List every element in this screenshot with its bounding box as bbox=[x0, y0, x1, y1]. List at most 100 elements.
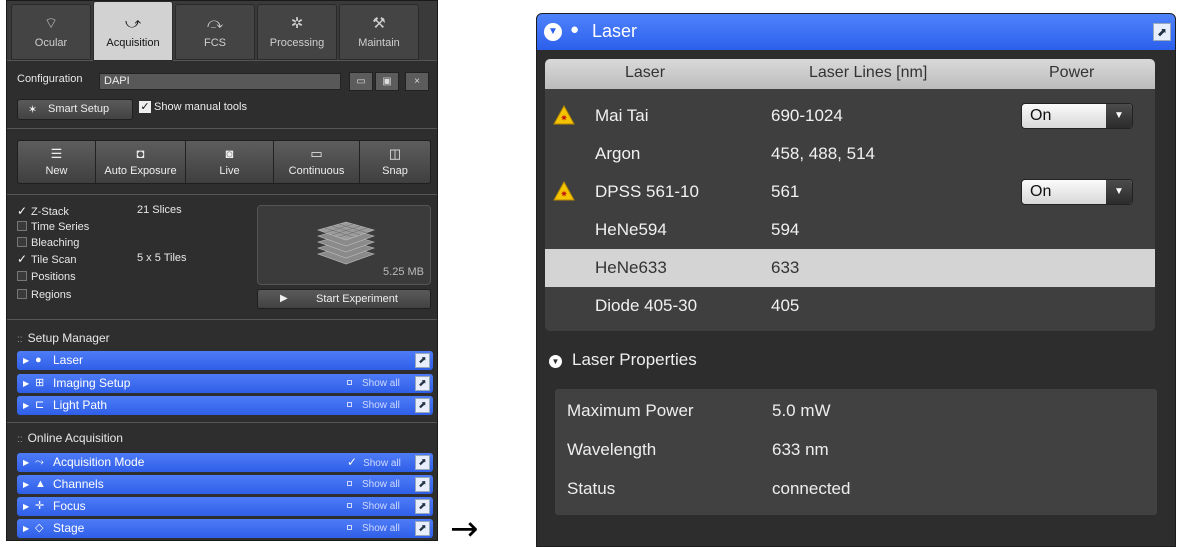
smart-setup-button[interactable]: ✶ Smart Setup bbox=[17, 99, 133, 120]
tool-label: Stage bbox=[53, 521, 85, 535]
expand-arrow-icon: ▶ bbox=[23, 480, 30, 489]
undock-icon[interactable]: ⬈ bbox=[415, 499, 430, 514]
tile-scan-value: 5 x 5 Tiles bbox=[137, 252, 187, 264]
laser-lines: 690-1024 bbox=[771, 106, 843, 125]
tab-label: Processing bbox=[269, 37, 325, 49]
bleaching-checkbox[interactable]: Bleaching bbox=[17, 235, 79, 251]
tool-acquisition-mode[interactable]: ▶ ⤳ Acquisition Mode ✓ Show all ⬈ bbox=[17, 453, 433, 472]
new-icon: ☰ bbox=[50, 146, 63, 161]
check-icon: ✓ bbox=[139, 101, 151, 113]
grid-icon: ⊞ bbox=[35, 377, 45, 389]
smart-setup-label: Smart Setup bbox=[48, 103, 110, 115]
undock-icon[interactable]: ⬈ bbox=[415, 521, 430, 536]
tab-label: Acquisition bbox=[106, 37, 160, 49]
snap-button[interactable]: ◫ Snap bbox=[360, 141, 430, 183]
power-select[interactable]: On ▼ bbox=[1021, 179, 1133, 205]
open-config-button[interactable]: ▭ bbox=[349, 72, 373, 91]
power-select[interactable]: On ▼ bbox=[1021, 103, 1133, 129]
svg-text:✷: ✷ bbox=[560, 114, 568, 124]
tab-processing[interactable]: ✲ Processing bbox=[257, 4, 337, 60]
tool-imaging-setup[interactable]: ▶ ⊞ Imaging Setup Show all ⬈ bbox=[17, 374, 433, 393]
stage-icon: ◇ bbox=[35, 522, 44, 534]
tool-focus[interactable]: ▶ ✛ Focus Show all ⬈ bbox=[17, 497, 433, 516]
laser-row[interactable]: Argon 458, 488, 514 bbox=[545, 135, 1155, 173]
camera-icon: ◘ bbox=[136, 146, 145, 161]
column-header-power: Power bbox=[1049, 64, 1095, 81]
laser-row[interactable]: ✷ Mai Tai 690-1024 On ▼ bbox=[545, 97, 1155, 135]
tool-channels[interactable]: ▶ ▲ Channels Show all ⬈ bbox=[17, 475, 433, 494]
auto-exposure-button[interactable]: ◘ Auto Exposure bbox=[96, 141, 186, 183]
show-all-toggle[interactable]: Show all bbox=[347, 374, 400, 393]
laser-lines: 458, 488, 514 bbox=[771, 144, 875, 163]
close-icon: × bbox=[414, 76, 420, 87]
show-manual-tools-label: Show manual tools bbox=[154, 101, 247, 113]
laser-table-header: Laser Laser Lines [nm] Power bbox=[545, 59, 1155, 89]
configuration-field[interactable]: DAPI bbox=[99, 73, 341, 90]
undock-icon[interactable]: ⬈ bbox=[1153, 23, 1171, 41]
show-all-label: Show all bbox=[362, 378, 400, 389]
laser-lines: 594 bbox=[771, 220, 800, 239]
tab-fcs[interactable]: ⤼ FCS bbox=[175, 4, 255, 60]
tool-stage[interactable]: ▶ ◇ Stage Show all ⬈ bbox=[17, 519, 433, 538]
show-manual-tools-checkbox[interactable]: ✓ Show manual tools bbox=[139, 101, 247, 113]
bulb-icon: ● bbox=[35, 354, 42, 366]
time-series-checkbox[interactable]: Time Series bbox=[17, 219, 89, 235]
bulb-icon: ● bbox=[570, 21, 580, 38]
laser-panel-header[interactable]: ▼ ● Laser ⬈ bbox=[537, 14, 1175, 50]
tab-acquisition[interactable]: ⤻ Acquisition bbox=[93, 1, 173, 61]
show-all-toggle[interactable]: Show all bbox=[347, 396, 400, 415]
live-button[interactable]: ◙ Live bbox=[186, 141, 274, 183]
expand-arrow-icon: ▶ bbox=[23, 458, 30, 467]
undock-icon[interactable]: ⬈ bbox=[415, 477, 430, 492]
tab-label: Maintain bbox=[358, 37, 400, 49]
divider bbox=[7, 128, 437, 129]
show-all-toggle[interactable]: Show all bbox=[347, 475, 400, 494]
tab-ocular[interactable]: ⌔ Ocular bbox=[11, 4, 91, 60]
show-all-toggle[interactable]: Show all bbox=[347, 519, 400, 538]
tool-label: Imaging Setup bbox=[53, 376, 131, 390]
z-stack-checkbox[interactable]: ✓ Z-Stack bbox=[17, 203, 69, 219]
undock-icon[interactable]: ⬈ bbox=[415, 376, 430, 391]
new-button[interactable]: ☰ New bbox=[18, 141, 96, 183]
acquisition-action-bar: ☰ New ◘ Auto Exposure ◙ Live ▭ Continuou… bbox=[17, 140, 431, 184]
laser-row[interactable]: ✷ DPSS 561-10 561 On ▼ bbox=[545, 173, 1155, 211]
laser-row-selected[interactable]: HeNe633 633 bbox=[545, 249, 1155, 287]
laser-panel-title: Laser bbox=[592, 21, 638, 41]
live-icon: ◙ bbox=[225, 146, 234, 161]
tab-maintain[interactable]: ⚒ Maintain bbox=[339, 4, 419, 60]
save-config-button[interactable]: ▣ bbox=[375, 72, 399, 91]
undock-icon[interactable]: ⬈ bbox=[415, 398, 430, 413]
show-all-toggle[interactable]: ✓ Show all bbox=[347, 453, 401, 473]
undock-icon[interactable]: ⬈ bbox=[415, 353, 430, 368]
collapse-icon[interactable]: ▼ bbox=[544, 23, 562, 41]
laser-name: Argon bbox=[595, 144, 641, 163]
laser-name: HeNe594 bbox=[595, 220, 667, 239]
show-all-label: Show all bbox=[363, 458, 401, 469]
laser-row[interactable]: HeNe594 594 bbox=[545, 211, 1155, 249]
tile-scan-label: Tile Scan bbox=[31, 254, 77, 266]
laser-properties-header[interactable]: ▼ Laser Properties bbox=[549, 350, 697, 370]
tile-scan-checkbox[interactable]: ✓ Tile Scan bbox=[17, 251, 76, 267]
experiment-size: 5.25 MB bbox=[383, 266, 424, 278]
property-value: connected bbox=[772, 479, 851, 498]
play-icon: ▶ bbox=[280, 293, 288, 304]
laser-tool-panel: ▼ ● Laser ⬈ Laser Laser Lines [nm] Power… bbox=[536, 13, 1176, 547]
tool-laser[interactable]: ▶ ● Laser ⬈ bbox=[17, 351, 433, 370]
expand-arrow-icon: ▶ bbox=[23, 356, 30, 365]
close-config-button[interactable]: × bbox=[405, 72, 429, 91]
tool-light-path[interactable]: ▶ ⊏ Light Path Show all ⬈ bbox=[17, 396, 433, 415]
tab-label: Ocular bbox=[34, 37, 68, 49]
bleaching-label: Bleaching bbox=[31, 237, 80, 249]
start-experiment-button[interactable]: ▶ Start Experiment bbox=[257, 289, 431, 309]
focus-icon: ✛ bbox=[35, 500, 45, 512]
positions-checkbox[interactable]: Positions bbox=[17, 269, 76, 285]
laser-properties-box: Maximum Power 5.0 mW Wavelength 633 nm S… bbox=[555, 389, 1157, 515]
laser-row[interactable]: Diode 405-30 405 bbox=[545, 287, 1155, 325]
continuous-button[interactable]: ▭ Continuous bbox=[274, 141, 360, 183]
regions-label: Regions bbox=[31, 289, 72, 301]
regions-checkbox[interactable]: Regions bbox=[17, 287, 71, 303]
show-all-toggle[interactable]: Show all bbox=[347, 497, 400, 516]
snap-icon: ◫ bbox=[388, 146, 402, 161]
undock-icon[interactable]: ⬈ bbox=[415, 455, 430, 470]
eyepiece-icon: ⌔ bbox=[43, 15, 59, 32]
